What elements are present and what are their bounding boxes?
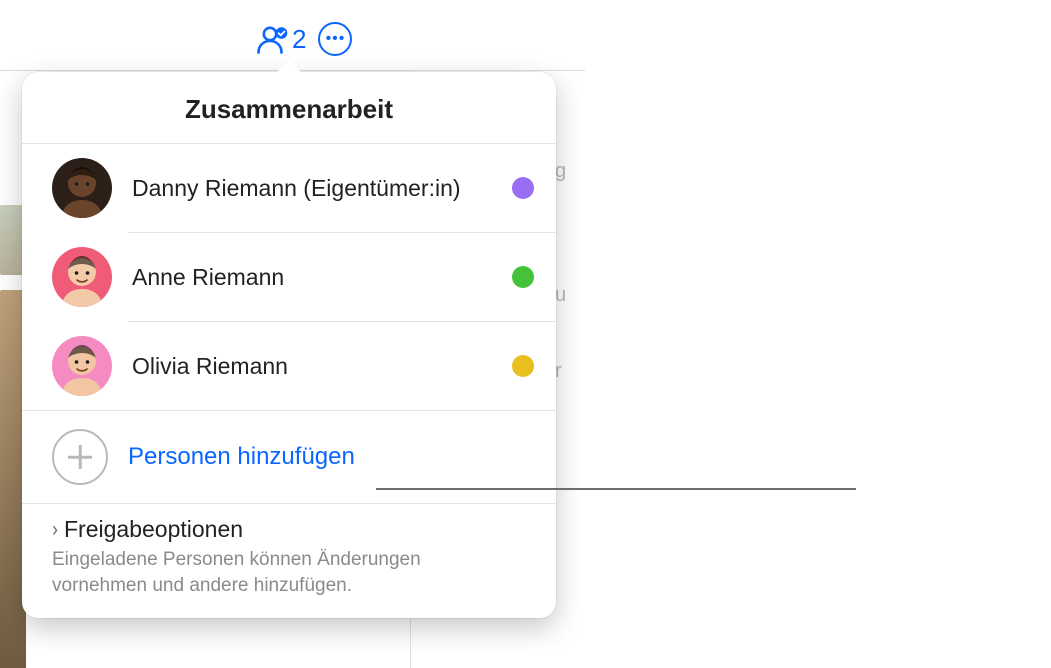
participant-row[interactable]: Danny Riemann (Eigentümer:in)	[22, 144, 556, 232]
more-button[interactable]	[318, 22, 352, 56]
share-options-title: Freigabeoptionen	[64, 516, 243, 543]
ellipsis-circle-icon	[318, 22, 352, 56]
app-toolbar-bg	[0, 0, 1051, 70]
collaborators-count: 2	[292, 24, 306, 55]
collaboration-popover: Zusammenarbeit Danny Riemann (Eigentümer…	[22, 72, 556, 618]
participant-row[interactable]: Anne Riemann	[22, 233, 556, 321]
participant-row[interactable]: Olivia Riemann	[22, 322, 556, 410]
add-people-label: Personen hinzufügen	[128, 443, 355, 471]
participant-name: Danny Riemann (Eigentümer:in)	[132, 175, 492, 202]
share-options-subtitle: Eingeladene Personen können Änderungen v…	[52, 543, 482, 606]
collaborate-button[interactable]: 2	[256, 24, 306, 55]
presence-dot	[512, 355, 534, 377]
chevron-right-icon: ›	[52, 517, 58, 542]
bg-text: u	[555, 284, 566, 307]
person-badge-icon	[256, 24, 288, 54]
share-options-button[interactable]: › Freigabeoptionen Eingeladene Personen …	[22, 504, 556, 606]
avatar	[52, 158, 112, 218]
bg-text: g	[555, 160, 566, 183]
participant-name: Olivia Riemann	[132, 353, 492, 380]
presence-dot	[512, 266, 534, 288]
popover-title: Zusammenarbeit	[22, 72, 556, 143]
bg-text: r	[555, 360, 562, 383]
toolbar: 2	[256, 22, 352, 56]
callout-leader-line	[376, 488, 856, 490]
avatar	[52, 336, 112, 396]
presence-dot	[512, 177, 534, 199]
avatar	[52, 247, 112, 307]
plus-circle-icon	[52, 429, 108, 485]
participant-name: Anne Riemann	[132, 264, 492, 291]
